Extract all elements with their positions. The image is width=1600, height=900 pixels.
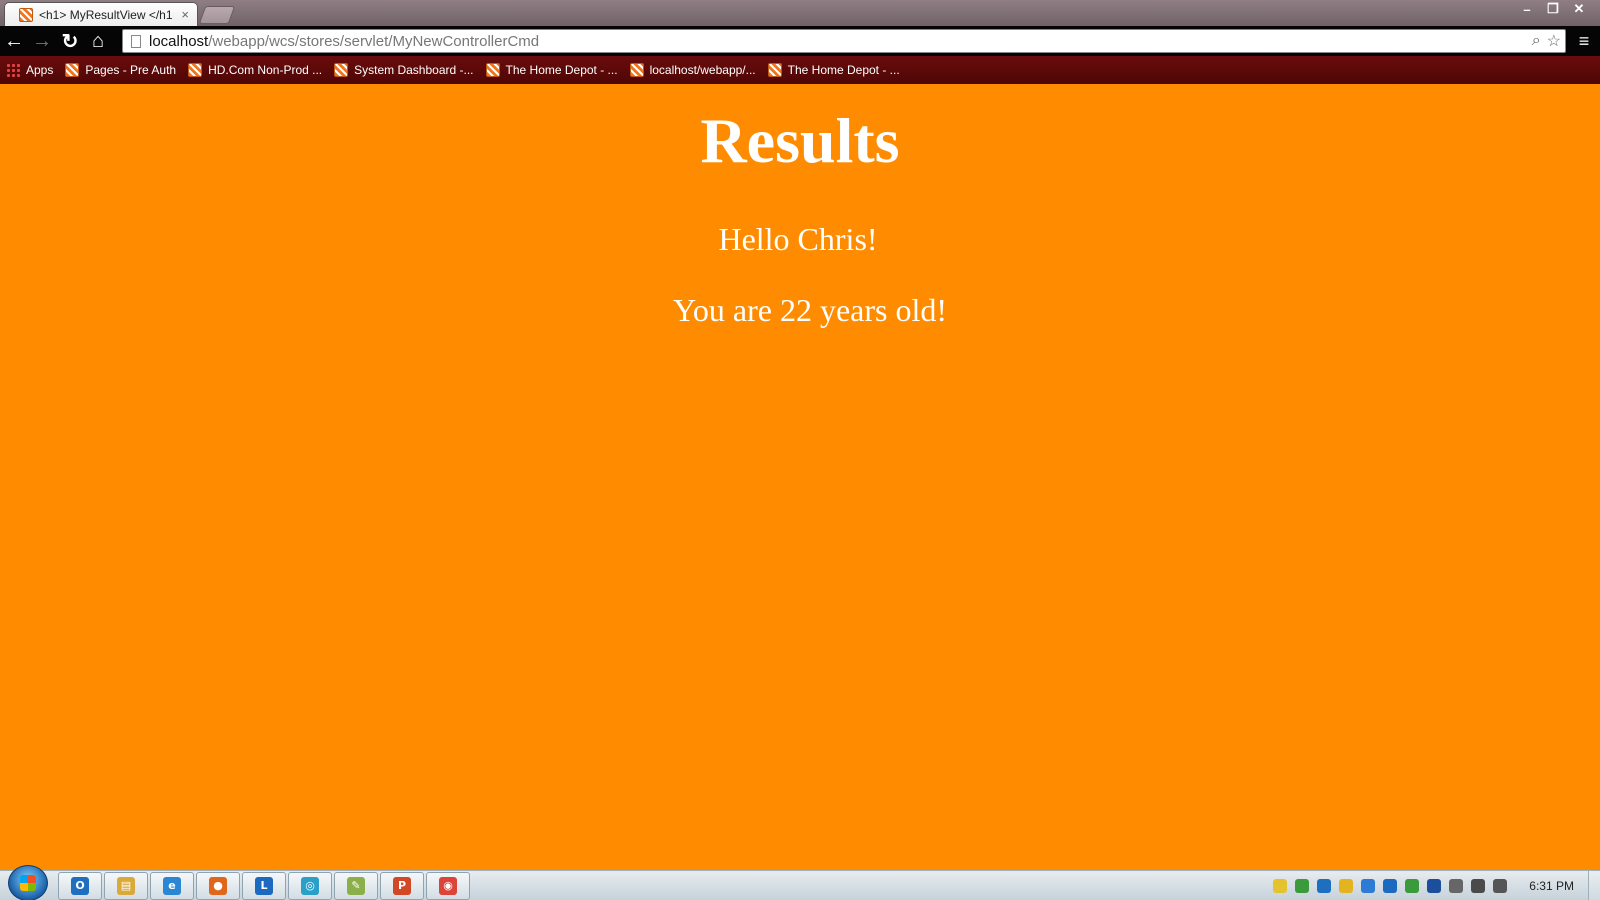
notepad-icon: ✎ [347,876,365,895]
system-tray: 6:31 PM [1273,871,1600,900]
home-depot-favicon-icon [334,63,349,77]
bookmark-item[interactable]: The Home Depot - ... [485,63,618,77]
restore-button[interactable]: ❐ [1540,0,1566,18]
new-tab-button[interactable] [198,6,236,24]
taskbar-firefox-button[interactable]: ● [196,871,240,900]
reload-button[interactable]: ↻ [56,27,84,55]
tray-icon[interactable] [1295,879,1310,893]
window-controls: – ❐ ✕ [1514,0,1592,18]
app-circle-icon: ◎ [301,876,319,895]
internet-explorer-icon: e [163,876,181,895]
show-desktop-button[interactable] [1588,871,1600,900]
url-text[interactable]: localhost/webapp/wcs/stores/servlet/MyNe… [149,33,1532,50]
close-window-button[interactable]: ✕ [1566,0,1592,18]
tray-icon[interactable] [1317,879,1332,893]
page-content: Results Hello Chris! You are 22 years ol… [0,84,1600,870]
lync-icon: L [255,876,273,895]
bookmark-item[interactable]: Pages - Pre Auth [65,63,176,77]
home-depot-favicon-icon [188,63,203,77]
age-text: You are 22 years old! [672,292,948,328]
bookmark-item[interactable]: HD.Com Non-Prod ... [188,63,322,77]
forward-button[interactable]: → [28,27,56,55]
tray-icon[interactable] [1471,879,1486,893]
taskbar-app-circle-button[interactable]: ◎ [288,871,332,900]
clock[interactable]: 6:31 PM [1529,879,1574,893]
powerpoint-icon: P [393,876,411,895]
tab-close-icon[interactable]: × [181,7,189,22]
bookmark-item[interactable]: localhost/webapp/... [629,63,756,77]
chrome-menu-icon[interactable]: ≡ [1572,29,1596,53]
apps-grid-icon [6,63,20,77]
bookmark-label: The Home Depot - ... [505,63,618,77]
bookmark-star-icon[interactable]: ☆ [1547,31,1561,51]
back-button[interactable]: ← [0,27,28,55]
bookmark-item[interactable]: The Home Depot - ... [767,63,900,77]
bookmark-item[interactable]: System Dashboard -... [334,63,474,77]
tray-icon[interactable] [1427,879,1442,893]
taskbar-internet-explorer-button[interactable]: e [150,871,194,900]
tray-icon[interactable] [1383,879,1398,893]
start-button[interactable] [8,864,48,900]
page-icon [131,34,141,48]
home-button[interactable]: ⌂ [84,27,112,55]
zoom-icon[interactable]: ⌕ [1532,32,1541,50]
home-depot-favicon-icon [19,7,33,22]
outlook-icon: O [71,876,89,895]
bookmark-apps[interactable]: Apps [6,63,53,77]
bookmark-label: localhost/webapp/... [649,63,756,77]
bookmark-label: Apps [26,63,54,77]
tray-icon[interactable] [1449,879,1464,893]
tray-icon[interactable] [1273,879,1288,893]
browser-tab[interactable]: <h1> MyResultView </h1 × [4,2,198,26]
bookmark-label: The Home Depot - ... [787,63,900,77]
tray-icon[interactable] [1339,879,1354,893]
taskbar-chrome-button[interactable]: ◉ [426,871,470,900]
taskbar: O ▤ e ● L ◎ ✎ P ◉ 6:31 PM [0,864,1600,900]
title-bar: <h1> MyResultView </h1 × – ❐ ✕ [0,0,1600,26]
taskbar-notepad-button[interactable]: ✎ [334,871,378,900]
address-bar[interactable]: localhost/webapp/wcs/stores/servlet/MyNe… [122,29,1566,53]
greeting-text: Hello Chris! [718,221,878,257]
tray-icon[interactable] [1405,879,1420,893]
browser-toolbar: ← → ↻ ⌂ localhost/webapp/wcs/stores/serv… [0,26,1600,56]
windows-logo-icon [20,874,36,891]
bookmark-label: Pages - Pre Auth [85,63,177,77]
tray-icon[interactable] [1493,879,1508,893]
home-depot-favicon-icon [629,63,644,77]
explorer-icon: ▤ [117,876,135,895]
bookmark-label: System Dashboard -... [354,63,474,77]
minimize-button[interactable]: – [1514,0,1540,18]
taskbar-lync-button[interactable]: L [242,871,286,900]
home-depot-favicon-icon [767,63,782,77]
page-heading: Results [700,105,900,176]
tray-icon[interactable] [1361,879,1376,893]
bookmark-label: HD.Com Non-Prod ... [208,63,323,77]
chrome-icon: ◉ [439,876,457,895]
tab-title: <h1> MyResultView </h1 [39,7,173,22]
taskbar-powerpoint-button[interactable]: P [380,871,424,900]
taskbar-outlook-button[interactable]: O [58,871,102,900]
bookmarks-bar: Apps Pages - Pre Auth HD.Com Non-Prod ..… [0,56,1600,84]
home-depot-favicon-icon [485,63,500,77]
pinned-apps: O ▤ e ● L ◎ ✎ P ◉ [58,871,472,900]
url-host: localhost [149,32,209,50]
url-path: /webapp/wcs/stores/servlet/MyNewControll… [208,32,540,50]
taskbar-explorer-button[interactable]: ▤ [104,871,148,900]
home-depot-favicon-icon [65,63,80,77]
firefox-icon: ● [209,876,227,895]
